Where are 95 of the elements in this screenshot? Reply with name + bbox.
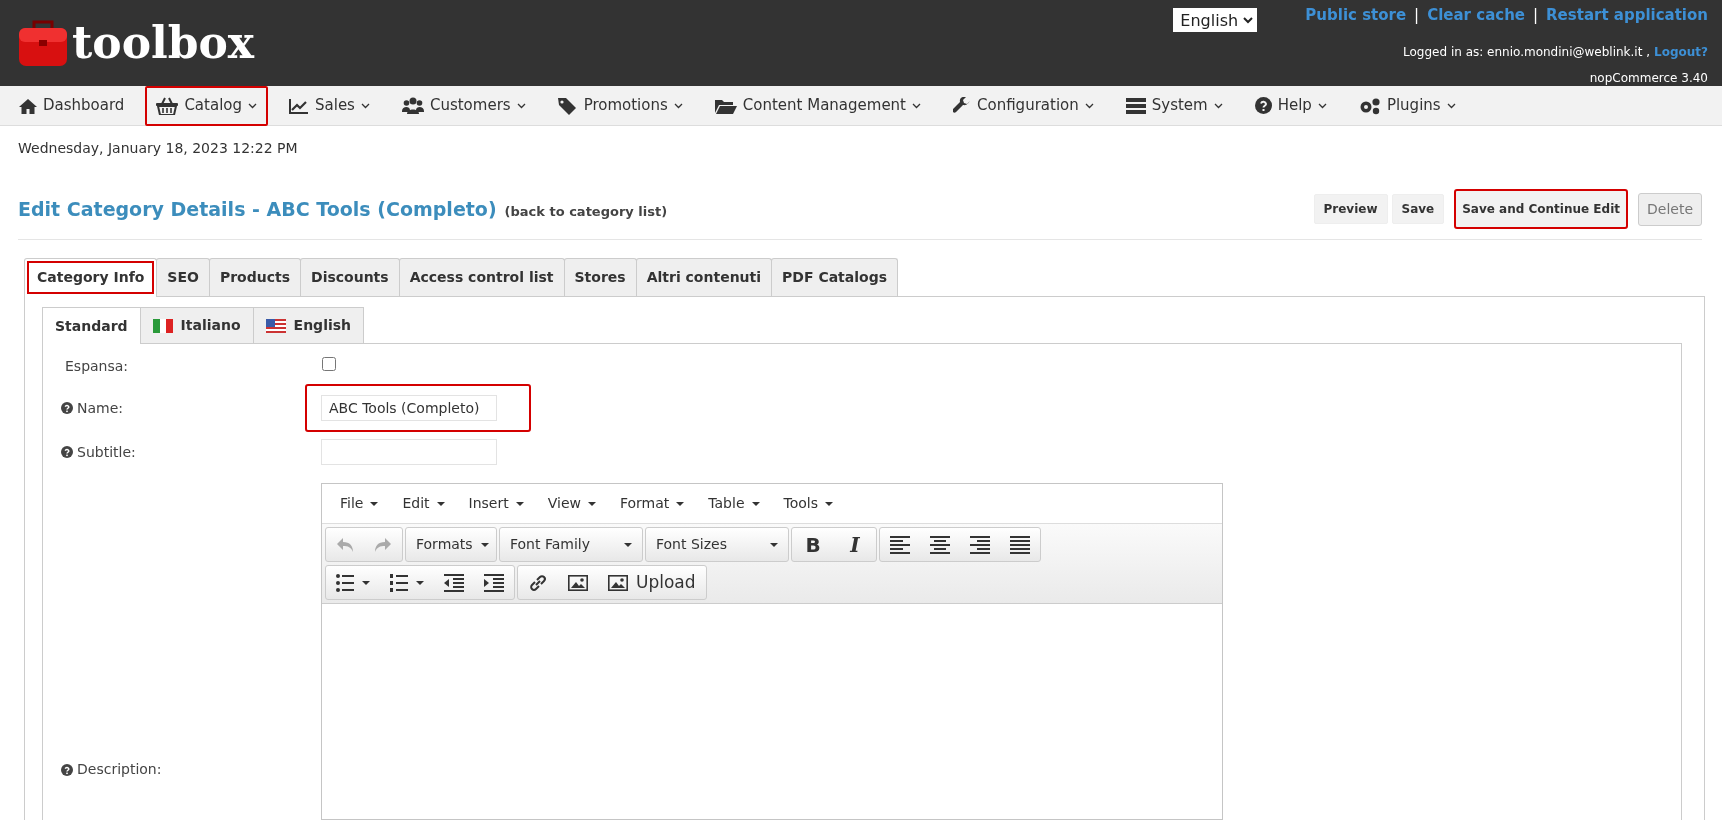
help-icon [1254,97,1272,114]
toolbox-icon [18,18,68,68]
tags-icon [557,96,578,115]
editor-menu-item[interactable]: Tools [771,493,845,514]
bullet-list-icon [336,573,354,592]
editor-menu-item[interactable]: View [535,493,608,514]
language-tab[interactable]: Standard [42,307,141,344]
basket-icon [156,96,179,115]
menu-item[interactable]: Content Management [703,85,932,126]
chevron-down-icon [516,102,526,109]
chevron-down-icon [1213,102,1223,109]
menu-item[interactable]: Catalog [145,85,268,126]
dropdown-select[interactable]: Font Sizes [646,528,788,561]
tab[interactable]: PDF Catalogs [771,258,899,296]
editor-menu-item[interactable]: Format [607,493,697,514]
folder-icon [714,97,737,114]
chevron-down-icon [1317,102,1327,109]
menu-item[interactable]: Dashboard [8,85,136,126]
tab[interactable]: Stores [563,258,637,296]
users-icon [401,96,424,115]
header-link[interactable]: Public store [1305,4,1407,27]
undo-icon [336,536,354,553]
dropdown-select[interactable]: Formats [406,528,496,561]
checkbox[interactable] [322,356,336,371]
tab[interactable]: SEO [156,258,210,296]
header-link[interactable]: Restart application [1546,4,1708,27]
action-button[interactable]: Preview [1313,194,1388,224]
version-text: nopCommerce 3.40 [1589,69,1708,87]
home-icon [19,97,37,114]
tab[interactable]: Access control list [398,258,565,296]
chevron-down-icon [360,102,370,109]
chevron-down-icon [1446,102,1456,109]
header-link[interactable]: Clear cache [1427,4,1525,27]
justify-icon [1010,535,1030,554]
menu-item[interactable]: System [1114,85,1234,126]
align-center-icon [930,535,950,554]
menu-item[interactable]: Sales [278,85,381,126]
italy-flag-icon [152,318,173,333]
server-icon [1125,97,1146,114]
editor-menu-item[interactable]: Edit [390,493,457,514]
line-chart-icon [289,97,309,114]
page-title: Edit Category Details - ABC Tools (Completo) [18,196,497,222]
menu-item[interactable]: Configuration [942,85,1105,126]
tab[interactable]: Altri contenuti [635,258,773,296]
editor-menu-item[interactable]: Table [696,493,772,514]
chevron-down-icon [912,102,921,109]
bold-button[interactable]: B [792,528,834,561]
text-field[interactable]: ABC Tools (Completo) [321,395,497,421]
date-text: Wednesday, January 18, 2023 12:22 PM [17,139,299,158]
outdent-icon [444,573,464,592]
indent-icon [484,573,504,592]
numbered-list-icon [390,573,408,592]
dropdown-select[interactable]: Font Family [500,528,642,561]
help-icon [61,402,73,414]
upload-button[interactable]: Upload [598,566,706,599]
link-icon [528,572,548,593]
logo-text: toolbox [72,21,255,65]
menu-item[interactable]: Customers [390,85,537,126]
text-field[interactable] [321,439,497,465]
field-label: Description: [77,760,162,779]
field-label: Espansa: [65,357,129,376]
chevron-down-icon [248,102,257,109]
editor-menu-item[interactable]: Insert [456,493,536,514]
italic-button[interactable]: I [834,528,876,561]
logged-in-text: Logged in as: ennio.mondini@weblink.it , [1403,43,1651,61]
language-tab[interactable]: English [252,307,365,343]
chevron-down-icon [673,102,683,109]
us-flag-icon [265,318,286,333]
align-left-icon [890,535,910,554]
action-button[interactable]: Save and Continue Edit [1454,189,1628,229]
menu-item[interactable]: Promotions [546,85,694,126]
image-icon [568,574,588,591]
language-select[interactable]: English [1173,8,1258,32]
logout-link[interactable]: Logout? [1654,42,1708,61]
help-icon [61,446,73,458]
link-separator: | [1533,5,1539,26]
menu-item[interactable]: Plugins [1347,85,1467,126]
editor-menu-item[interactable]: File [328,493,391,514]
language-tab[interactable]: Italiano [139,307,254,343]
tab[interactable]: Products [208,258,301,296]
help-icon [61,763,73,776]
link-separator: | [1414,5,1420,26]
align-right-icon [970,535,990,554]
field-label: Subtitle: [77,442,136,462]
gears-icon [1358,96,1381,115]
field-label: Name: [77,398,124,418]
image-icon [608,574,628,591]
tab[interactable]: Category Info [24,258,158,297]
tab[interactable]: Discounts [300,258,400,296]
menu-item[interactable]: Help [1243,85,1338,126]
action-button[interactable]: Save [1391,194,1445,224]
chevron-down-icon [1084,102,1094,109]
back-link[interactable]: (back to category list) [504,201,668,222]
delete-button[interactable]: Delete [1638,192,1702,226]
redo-icon [374,536,392,553]
